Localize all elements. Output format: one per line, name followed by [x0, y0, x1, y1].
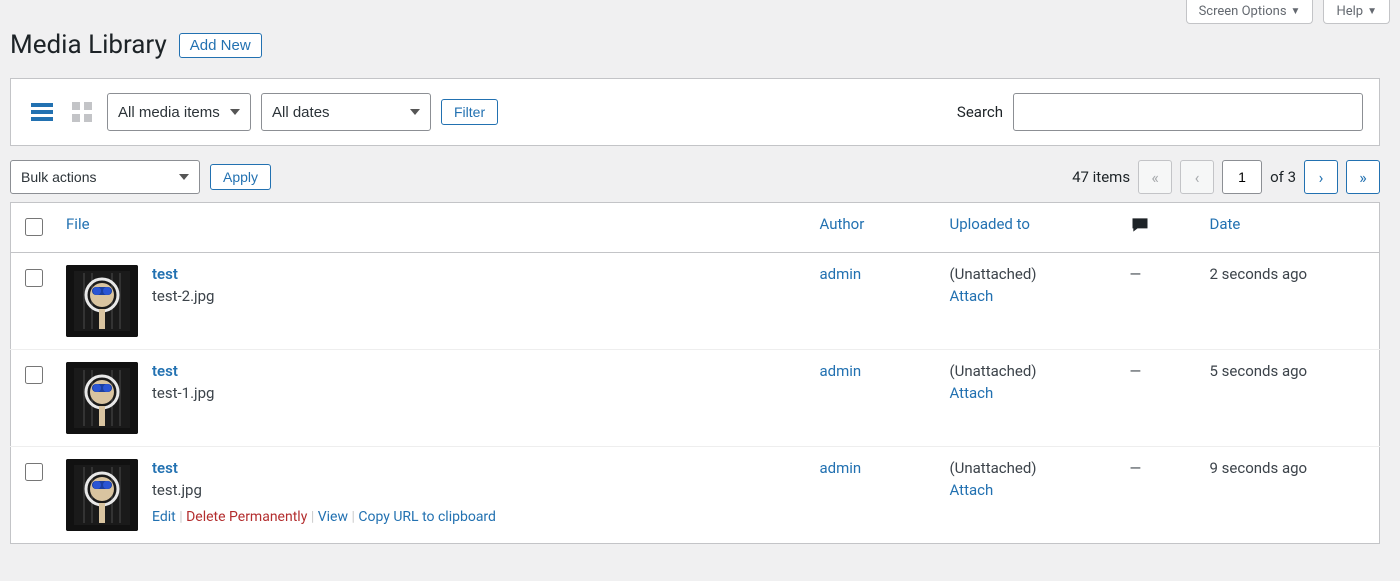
- item-count: 47 items: [1072, 168, 1130, 186]
- grid-view-button[interactable]: [67, 97, 97, 127]
- comments-icon[interactable]: [1130, 221, 1150, 239]
- edit-link[interactable]: Edit: [152, 509, 176, 525]
- copy-url-link[interactable]: Copy URL to clipboard: [358, 509, 496, 525]
- uploaded-status: (Unattached): [950, 362, 1037, 380]
- thumbnail-image: [66, 265, 138, 337]
- search-label: Search: [957, 103, 1003, 121]
- filter-button[interactable]: Filter: [441, 99, 498, 125]
- page-title: Media Library: [10, 30, 167, 60]
- apply-button[interactable]: Apply: [210, 164, 271, 190]
- table-row: test test-1.jpg admin (Unattached) Attach — 5 …: [11, 350, 1380, 447]
- screen-options-label: Screen Options: [1199, 4, 1287, 19]
- next-page-button[interactable]: ›: [1304, 160, 1338, 194]
- media-filename: test-1.jpg: [152, 384, 214, 402]
- uploaded-status: (Unattached): [950, 265, 1037, 283]
- thumbnail-image: [66, 362, 138, 434]
- help-tab[interactable]: Help ▼: [1323, 0, 1390, 24]
- thumbnail-image: [66, 459, 138, 531]
- caret-down-icon: ▼: [1291, 6, 1301, 17]
- add-new-button[interactable]: Add New: [179, 33, 262, 58]
- date-text: 2 seconds ago: [1210, 265, 1308, 283]
- media-title-link[interactable]: test: [152, 362, 214, 380]
- media-filename: test-2.jpg: [152, 287, 214, 305]
- last-page-button[interactable]: »: [1346, 160, 1380, 194]
- attach-link[interactable]: Attach: [950, 481, 1110, 499]
- list-view-button[interactable]: [27, 97, 57, 127]
- page-total: of 3: [1270, 168, 1296, 186]
- attach-link[interactable]: Attach: [950, 287, 1110, 305]
- author-link[interactable]: admin: [820, 362, 862, 380]
- delete-link[interactable]: Delete Permanently: [186, 509, 307, 525]
- search-input[interactable]: [1013, 93, 1363, 131]
- row-checkbox[interactable]: [25, 269, 43, 287]
- bulk-actions-select[interactable]: Bulk actions: [10, 160, 200, 194]
- date-text: 9 seconds ago: [1210, 459, 1308, 477]
- list-icon: [30, 100, 54, 124]
- table-row: test test.jpg Edit | Delete Permanently | …: [11, 447, 1380, 544]
- prev-page-button: ‹: [1180, 160, 1214, 194]
- first-page-button: «: [1138, 160, 1172, 194]
- media-thumbnail[interactable]: [66, 362, 138, 434]
- comment-count: —: [1130, 265, 1142, 283]
- current-page-input[interactable]: [1222, 160, 1262, 194]
- row-checkbox[interactable]: [25, 463, 43, 481]
- column-uploaded[interactable]: Uploaded to: [950, 215, 1030, 233]
- screen-options-tab[interactable]: Screen Options ▼: [1186, 0, 1314, 24]
- media-title-link[interactable]: test: [152, 459, 496, 477]
- row-checkbox[interactable]: [25, 366, 43, 384]
- select-all-checkbox[interactable]: [25, 218, 43, 236]
- comment-count: —: [1130, 459, 1142, 477]
- grid-icon: [70, 100, 94, 124]
- comment-count: —: [1130, 362, 1142, 380]
- media-title-link[interactable]: test: [152, 265, 214, 283]
- date-text: 5 seconds ago: [1210, 362, 1308, 380]
- view-link[interactable]: View: [318, 509, 348, 525]
- media-type-filter[interactable]: All media items: [107, 93, 251, 131]
- author-link[interactable]: admin: [820, 265, 862, 283]
- table-row: test test-2.jpg admin (Unattached) Attach — 2 …: [11, 253, 1380, 350]
- author-link[interactable]: admin: [820, 459, 862, 477]
- media-filename: test.jpg: [152, 481, 496, 499]
- help-label: Help: [1336, 4, 1363, 19]
- uploaded-status: (Unattached): [950, 459, 1037, 477]
- date-filter[interactable]: All dates: [261, 93, 431, 131]
- media-thumbnail[interactable]: [66, 459, 138, 531]
- attach-link[interactable]: Attach: [950, 384, 1110, 402]
- caret-down-icon: ▼: [1367, 6, 1377, 17]
- column-file[interactable]: File: [66, 215, 90, 233]
- column-author[interactable]: Author: [820, 215, 865, 233]
- media-thumbnail[interactable]: [66, 265, 138, 337]
- row-actions: Edit | Delete Permanently | View | Copy …: [152, 509, 496, 525]
- column-date[interactable]: Date: [1210, 215, 1241, 233]
